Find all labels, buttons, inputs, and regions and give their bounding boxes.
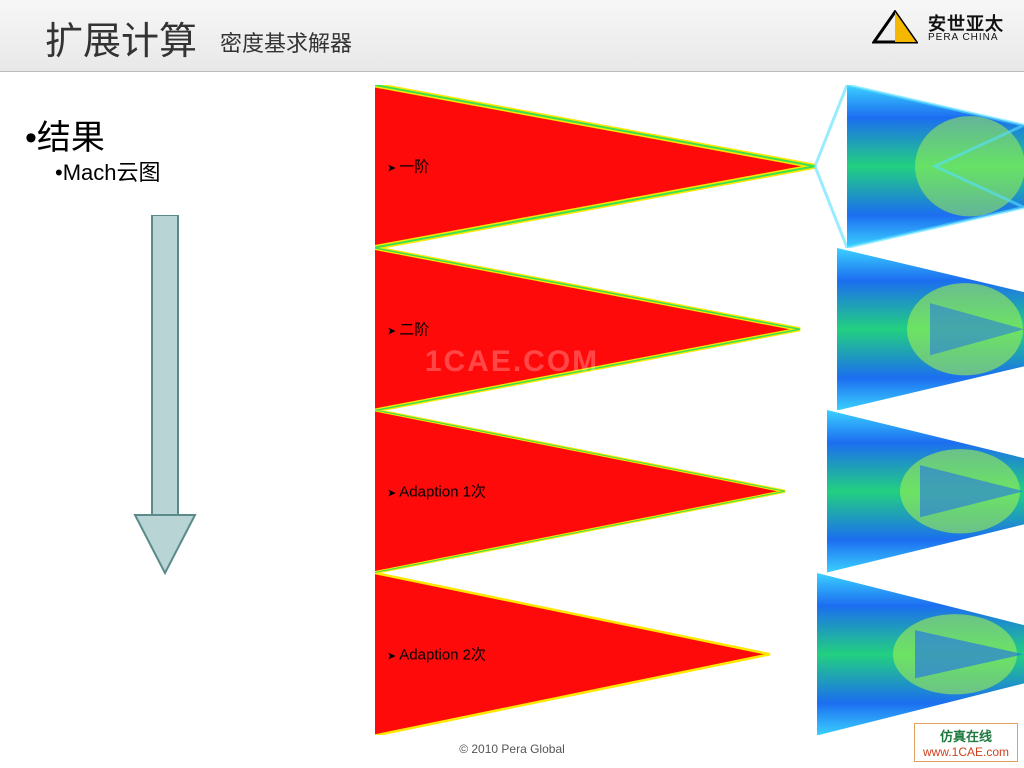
plot-label-4: Adaption 2次 (387, 643, 486, 664)
plot-adapt-2: Adaption 2次 (375, 573, 1024, 736)
logo: 安世亚太 PERA CHINA (872, 10, 1004, 48)
plot-1st-order: 一阶 (375, 85, 1024, 248)
plot-2nd-order: 二阶 (375, 248, 1024, 411)
plot-label-3: Adaption 1次 (387, 481, 486, 502)
watermark-box-url: www.1CAE.com (923, 745, 1009, 759)
header-bar: 扩展计算 密度基求解器 安世亚太 PERA CHINA (0, 0, 1024, 72)
watermark-box-cn: 仿真在线 (923, 726, 1009, 745)
bullet-mach: •Mach云图 (55, 155, 161, 187)
arrow-down-icon (130, 215, 200, 580)
bullet-results: •结果 (25, 110, 105, 159)
title-main: 扩展计算 (45, 10, 197, 65)
title-sub: 密度基求解器 (220, 26, 352, 58)
logo-text-cn: 安世亚太 (928, 15, 1004, 33)
plot-label-2: 二阶 (387, 318, 429, 339)
plot-label-1: 一阶 (387, 156, 429, 177)
footer-copyright: © 2010 Pera Global (0, 742, 1024, 756)
logo-icon (872, 10, 918, 48)
plot-adapt-1: Adaption 1次 (375, 410, 1024, 573)
watermark-box: 仿真在线 www.1CAE.com (914, 723, 1018, 762)
contour-plots: 一阶 二阶 Adaption (375, 85, 1024, 735)
logo-text-en: PERA CHINA (928, 33, 1004, 43)
